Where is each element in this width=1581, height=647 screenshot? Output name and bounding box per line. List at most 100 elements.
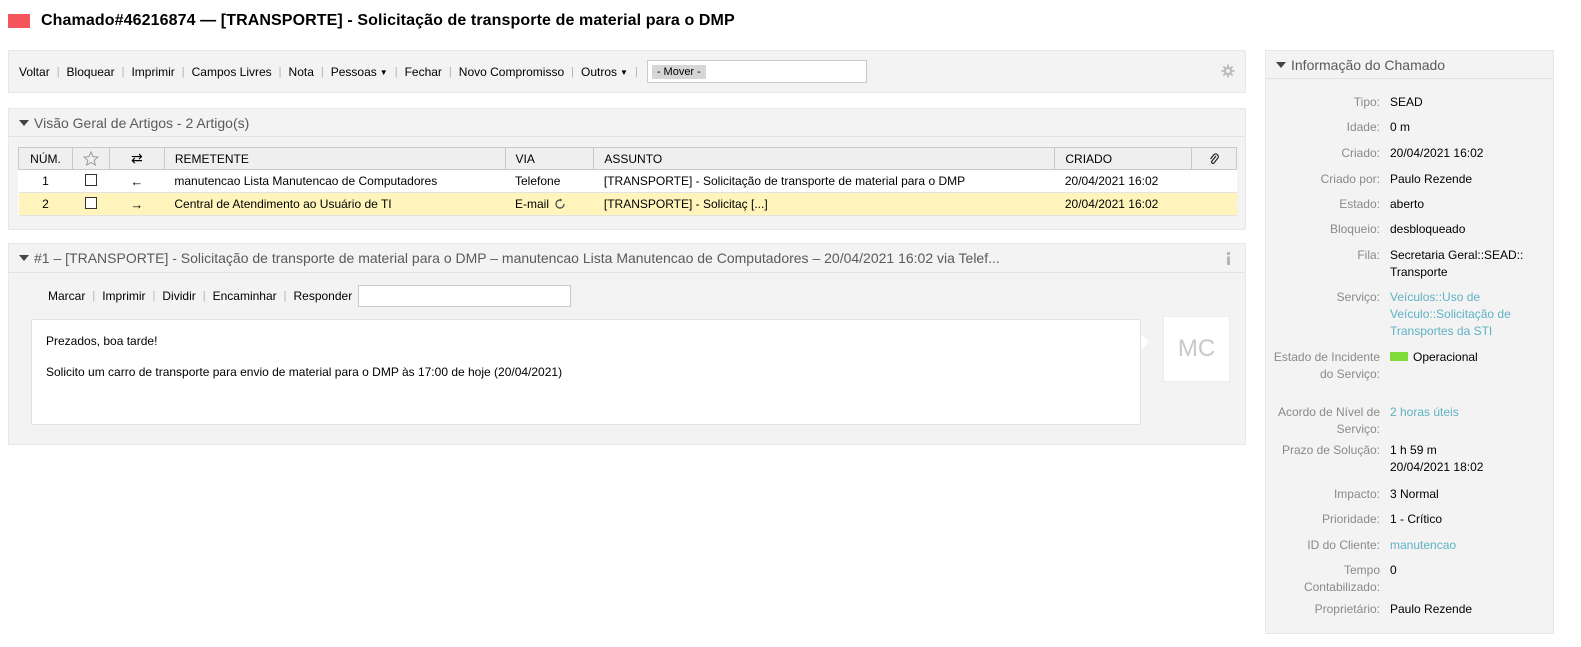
col-subject-header[interactable]: ASSUNTO xyxy=(593,147,1056,170)
info-value: desbloqueado xyxy=(1390,222,1466,236)
mark-button[interactable]: Marcar xyxy=(48,289,85,303)
info-label: Idade: xyxy=(1346,120,1380,134)
gear-icon[interactable] xyxy=(1221,64,1235,78)
article-checkbox-cell xyxy=(72,169,110,193)
reply-template-select[interactable] xyxy=(358,285,572,307)
table-row[interactable]: 1 ← manutencao Lista Manutencao de Compu… xyxy=(18,169,1237,193)
info-value: 3 Normal xyxy=(1390,487,1439,501)
info-value: 1 - Crítico xyxy=(1390,512,1443,526)
service-link[interactable]: Veículos::Uso de Veículo::Solicitação de… xyxy=(1390,289,1550,340)
article-via: E-mail xyxy=(515,197,550,211)
ticket-info-header[interactable]: Informação do Chamado xyxy=(1266,51,1553,79)
info-label: ID do Cliente: xyxy=(1307,538,1380,552)
col-created-header[interactable]: CRIADO xyxy=(1054,147,1193,170)
separator: | xyxy=(56,65,60,78)
col-direction-header[interactable]: ⇄ xyxy=(108,147,165,170)
people-menu-label: Pessoas xyxy=(330,64,377,79)
table-header-row: NÚM. ⇄ REMETENTE VIA ASSUNTO CRIADO xyxy=(18,147,1237,170)
col-star-header[interactable] xyxy=(71,147,110,170)
article-sender: Central de Atendimento ao Usuário de TI xyxy=(164,192,505,216)
customer-id-link[interactable]: manutencao xyxy=(1390,537,1550,554)
separator: | xyxy=(121,65,125,78)
priority-flag xyxy=(8,14,30,28)
article-action-bar: Marcar | Imprimir | Dividir | Encaminhar | R… xyxy=(48,285,572,307)
separator: | xyxy=(92,290,96,302)
article-detail-title: #1 – [TRANSPORTE] - Solicitação de trans… xyxy=(34,250,1000,266)
paperclip-icon xyxy=(1210,152,1219,164)
article-body: Prezados, boa tarde! Solicito um carro d… xyxy=(31,319,1141,425)
separator: | xyxy=(152,290,156,302)
people-menu-button[interactable]: Pessoas ▼ xyxy=(331,65,388,79)
separator: | xyxy=(283,290,287,302)
move-queue-select[interactable]: - Mover - xyxy=(646,60,867,83)
col-via-header[interactable]: VIA xyxy=(504,147,595,170)
table-row[interactable]: 2 → Central de Atendimento ao Usuário de… xyxy=(18,192,1237,216)
col-num-header[interactable]: NÚM. xyxy=(18,147,73,170)
lock-button[interactable]: Bloquear xyxy=(67,65,115,79)
ticket-info-sidebar: Informação do Chamado Tipo: SEAD Idade: … xyxy=(1265,50,1554,634)
separator: | xyxy=(202,290,206,302)
forward-button[interactable]: Encaminhar xyxy=(213,289,277,303)
article-subject: [TRANSPORTE] - Solicitaç [...] xyxy=(593,192,1055,216)
article-num: 2 xyxy=(18,192,73,216)
star-icon xyxy=(82,150,100,167)
info-label: Criado por: xyxy=(1320,172,1380,186)
new-appointment-button[interactable]: Novo Compromisso xyxy=(459,65,564,79)
collapse-triangle-icon[interactable] xyxy=(19,255,29,261)
col-sender-header[interactable]: REMETENTE xyxy=(163,147,506,170)
collapse-triangle-icon[interactable] xyxy=(1276,61,1286,68)
info-value: SEAD xyxy=(1390,95,1423,109)
ticket-info-title: Informação do Chamado xyxy=(1291,56,1446,73)
move-queue-value: - Mover - xyxy=(651,64,706,79)
article-checkbox[interactable] xyxy=(84,197,97,209)
outgoing-arrow-icon: → xyxy=(109,192,165,216)
info-label: Serviço: xyxy=(1336,290,1380,304)
article-attachment xyxy=(1191,169,1237,193)
loading-spinner-icon xyxy=(555,198,566,209)
info-icon[interactable] xyxy=(1226,252,1231,265)
solution-time-remaining: 1 h 59 m xyxy=(1390,443,1437,457)
back-button[interactable]: Voltar xyxy=(19,65,50,79)
info-value: 1 h 59 m 20/04/2021 18:02 xyxy=(1390,442,1550,476)
free-fields-button[interactable]: Campos Livres xyxy=(192,65,272,79)
col-attachment-header[interactable] xyxy=(1191,147,1237,170)
others-menu-button[interactable]: Outros ▼ xyxy=(581,65,628,79)
print-button[interactable]: Imprimir xyxy=(131,65,174,79)
article-created: 20/04/2021 16:02 xyxy=(1054,192,1192,216)
ticket-title-row: Chamado#46216874 — [TRANSPORTE] - Solici… xyxy=(8,10,735,32)
info-value: Secretaria Geral::SEAD:: Transporte xyxy=(1390,248,1524,279)
info-label: Proprietário: xyxy=(1314,602,1380,616)
split-button[interactable]: Dividir xyxy=(162,289,195,303)
info-label: Criado: xyxy=(1341,146,1380,160)
article-via-cell: E-mail xyxy=(505,192,594,216)
direction-icon: ⇄ xyxy=(131,150,143,166)
article-num: 1 xyxy=(18,169,73,193)
article-created: 20/04/2021 16:02 xyxy=(1054,169,1192,193)
separator: | xyxy=(634,65,638,78)
article-detail-panel: #1 – [TRANSPORTE] - Solicitação de trans… xyxy=(8,243,1246,445)
info-label: Estado: xyxy=(1339,197,1380,211)
avatar: MC xyxy=(1163,316,1230,382)
sla-link[interactable]: 2 horas úteis xyxy=(1390,404,1550,421)
page-title: Chamado#46216874 — [TRANSPORTE] - Solici… xyxy=(41,12,735,29)
caret-down-icon: ▼ xyxy=(379,67,388,77)
article-overview-header[interactable]: Visão Geral de Artigos - 2 Artigo(s) xyxy=(9,109,1245,137)
info-label: Fila: xyxy=(1357,248,1380,262)
avatar-pointer xyxy=(1141,334,1149,350)
article-detail-header[interactable]: #1 – [TRANSPORTE] - Solicitação de trans… xyxy=(9,244,1245,273)
info-value: 20/04/2021 16:02 xyxy=(1390,146,1484,160)
separator: | xyxy=(448,65,452,78)
close-ticket-button[interactable]: Fechar xyxy=(405,65,442,79)
incident-state-value: Operacional xyxy=(1413,350,1478,364)
separator: | xyxy=(278,65,282,78)
note-button[interactable]: Nota xyxy=(289,65,314,79)
article-sender: manutencao Lista Manutencao de Computado… xyxy=(164,169,505,193)
info-value: 0 xyxy=(1390,563,1397,577)
article-body-line: Prezados, boa tarde! xyxy=(46,334,158,348)
collapse-triangle-icon[interactable] xyxy=(19,119,29,126)
print-article-button[interactable]: Imprimir xyxy=(102,289,145,303)
article-table: NÚM. ⇄ REMETENTE VIA ASSUNTO CRIADO 1 ← … xyxy=(18,147,1237,216)
article-checkbox[interactable] xyxy=(84,174,97,186)
article-overview-panel: Visão Geral de Artigos - 2 Artigo(s) NÚM… xyxy=(8,108,1246,230)
info-value: Paulo Rezende xyxy=(1390,602,1473,616)
